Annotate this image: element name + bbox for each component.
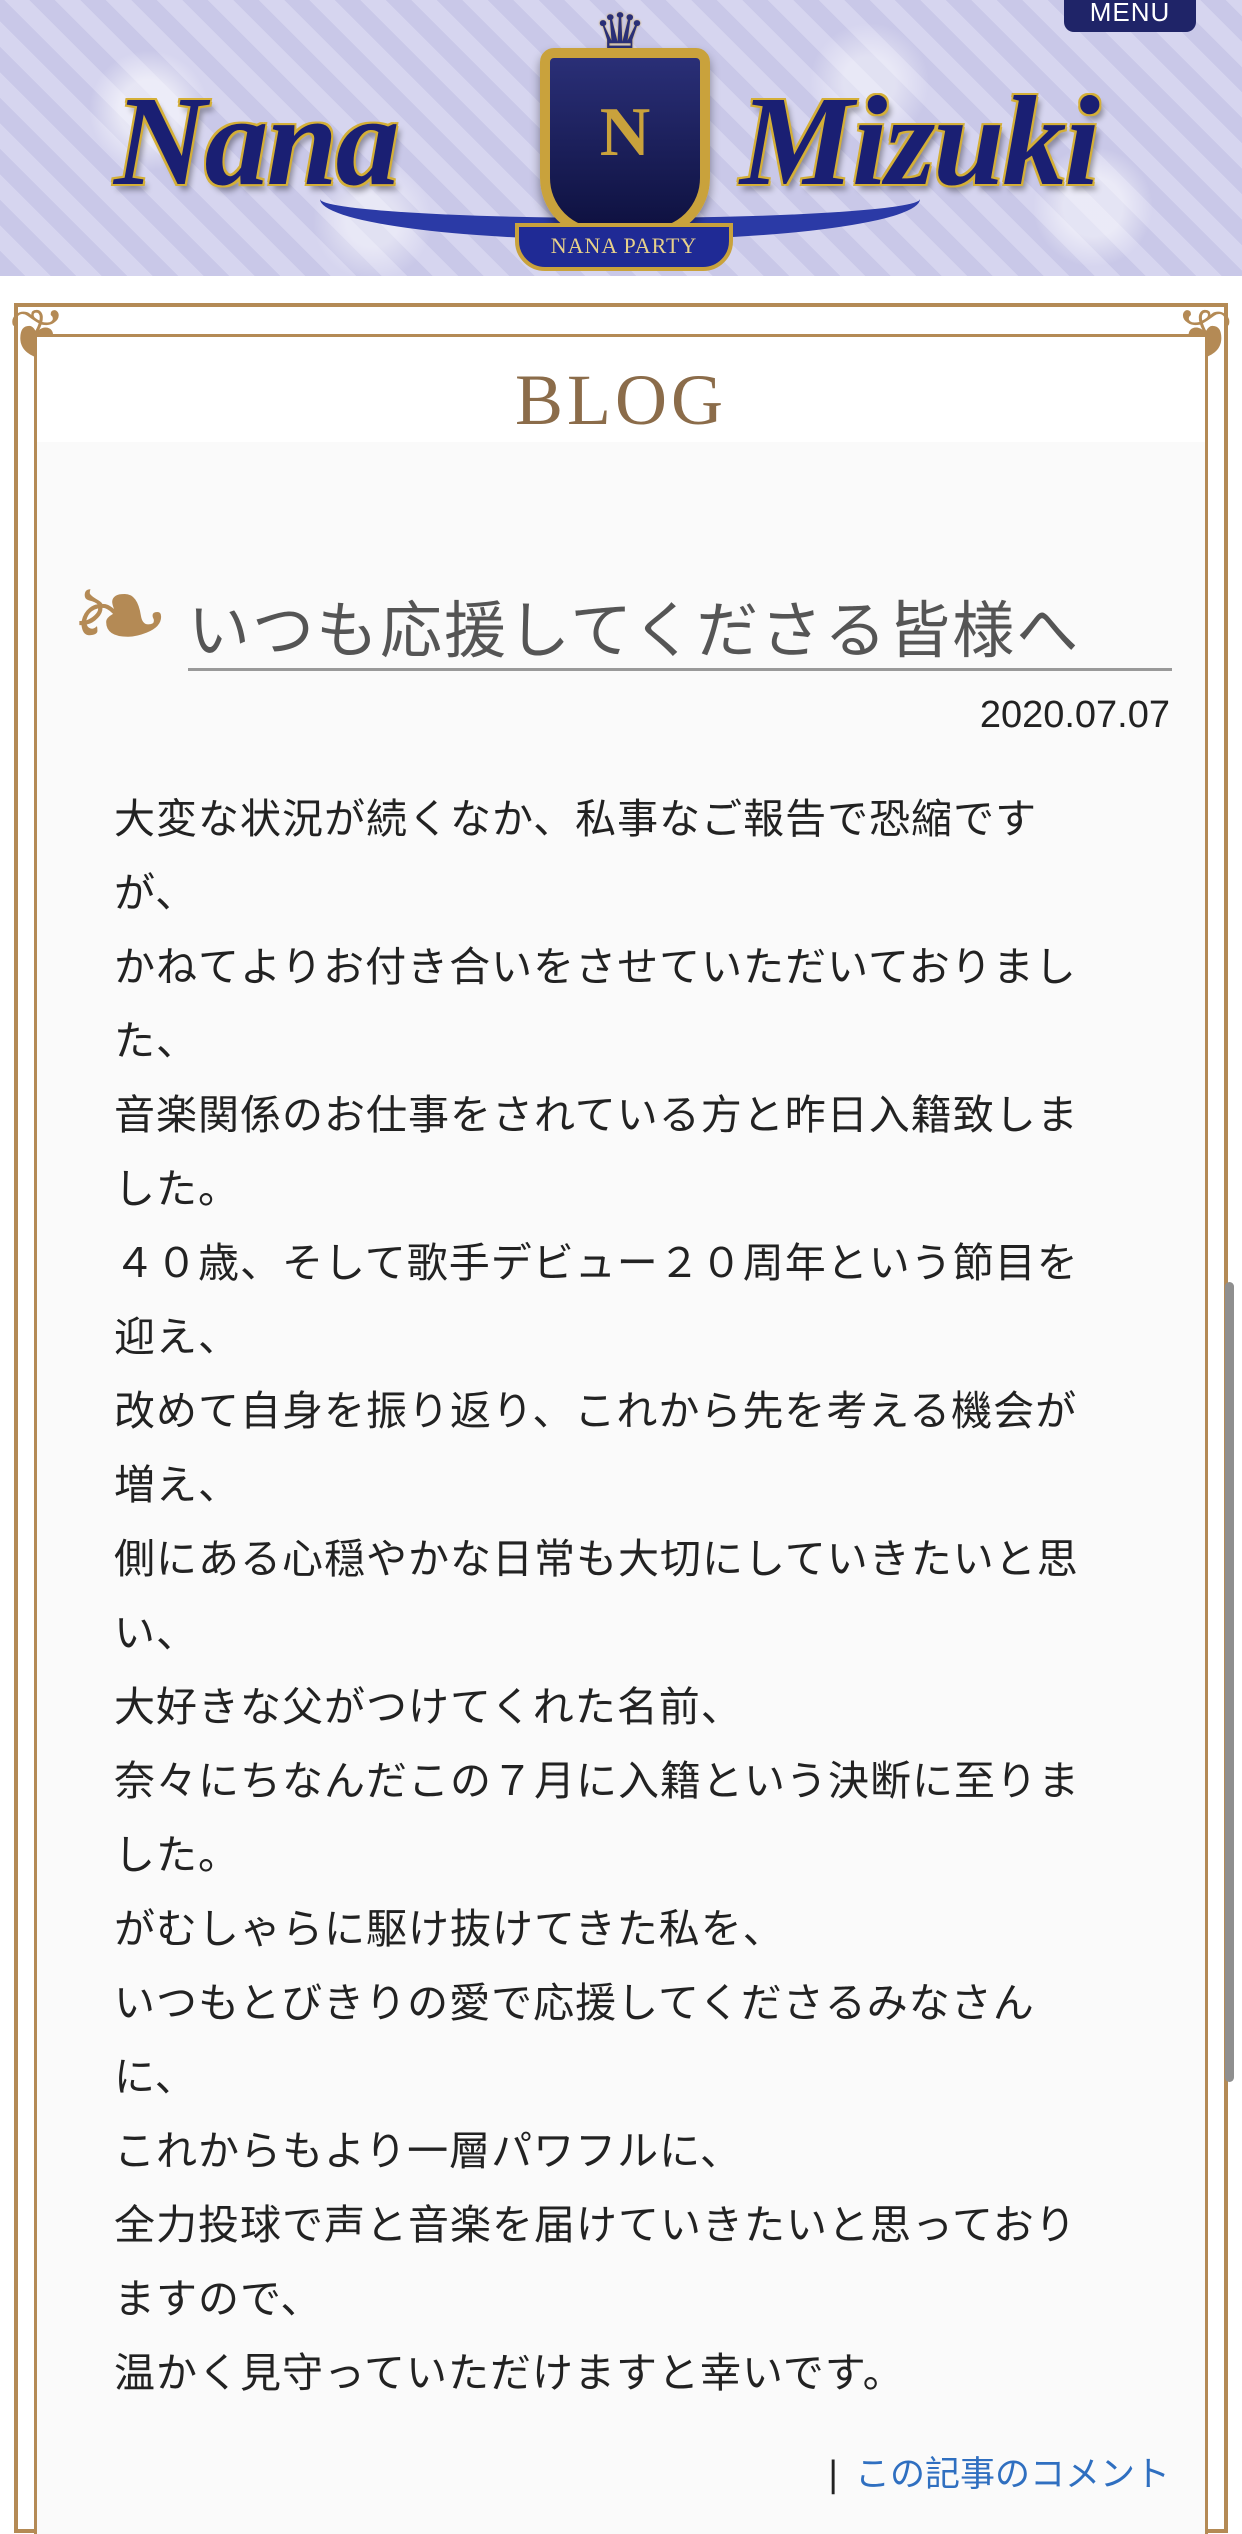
post-body-line: ４０歳、そして歌手デビュー２０周年という節目を [114, 1239, 1079, 1287]
post-body-line: これからもより一層パワフルに、 [114, 2127, 742, 2175]
post-body-line: ますので、 [114, 2275, 323, 2323]
section-header: BLOG [37, 337, 1205, 442]
post-body-line: 全力投球で声と音楽を届けていきたいと思っており [114, 2201, 1077, 2249]
post-footer: | この記事のコメント [827, 2446, 1170, 2497]
post-body-line: 迎え、 [114, 1313, 240, 1361]
post-body: 大変な状況が続くなか、私事なご報告で恐縮です が、 かねてよりお付き合いをさせて… [114, 782, 1144, 2410]
site-header: Nana Mizuki ♛ N NANA PARTY MENU [0, 0, 1242, 276]
post-body-line: た、 [114, 1017, 198, 1065]
post-body-line: 改めて自身を振り返り、これから先を考える機会が [114, 1387, 1078, 1435]
post-body-line: いつもとびきりの愛で応援してくださるみなさん [114, 1979, 1035, 2027]
post-body-line: した。 [114, 1831, 240, 1879]
post-body-line: 音楽関係のお仕事をされている方と昨日入籍致しま [114, 1091, 1079, 1139]
logo-crest: N [540, 48, 710, 238]
post-body-line: した。 [114, 1165, 240, 1213]
footer-separator: | [827, 2455, 839, 2495]
post-body-line: 温かく見守っていただけますと幸いです。 [114, 2349, 905, 2397]
menu-button[interactable]: MENU [1064, 0, 1196, 32]
site-logo[interactable]: Nana Mizuki ♛ N NANA PARTY [114, 6, 1120, 271]
post-body-line: 大変な状況が続くなか、私事なご報告で恐縮です [114, 795, 1038, 843]
post-title: いつも応援してくださる皆様へ [188, 594, 1081, 667]
post-body-line: 大好きな父がつけてくれた名前、 [114, 1683, 743, 1731]
post-body-line: 側にある心穏やかな日常も大切にしていきたいと思 [114, 1535, 1079, 1583]
scrollbar[interactable] [1225, 1282, 1234, 2082]
post-body-line: が、 [114, 869, 198, 917]
title-divider [188, 668, 1172, 671]
post-body-line: がむしゃらに駆け抜けてきた私を、 [114, 1905, 785, 1953]
logo-word-mizuki: Mizuki [740, 70, 1100, 212]
post-body-line: い、 [114, 1609, 198, 1657]
logo-word-nana: Nana [114, 70, 400, 212]
comment-link[interactable]: この記事のコメント [855, 2455, 1170, 2495]
post-body-line: 増え、 [114, 1461, 240, 1509]
section-title: BLOG [515, 360, 727, 440]
post-date: 2020.07.07 [979, 694, 1170, 736]
logo-tagline: NANA PARTY [515, 223, 733, 271]
post-body-line: かねてよりお付き合いをさせていただいておりまし [114, 943, 1077, 991]
post-body-line: 奈々にちなんだこの７月に入籍という決断に至りま [114, 1757, 1080, 1805]
scroll-ornament-icon: ❧ [70, 547, 171, 686]
post-body-line: に、 [114, 2053, 197, 2101]
